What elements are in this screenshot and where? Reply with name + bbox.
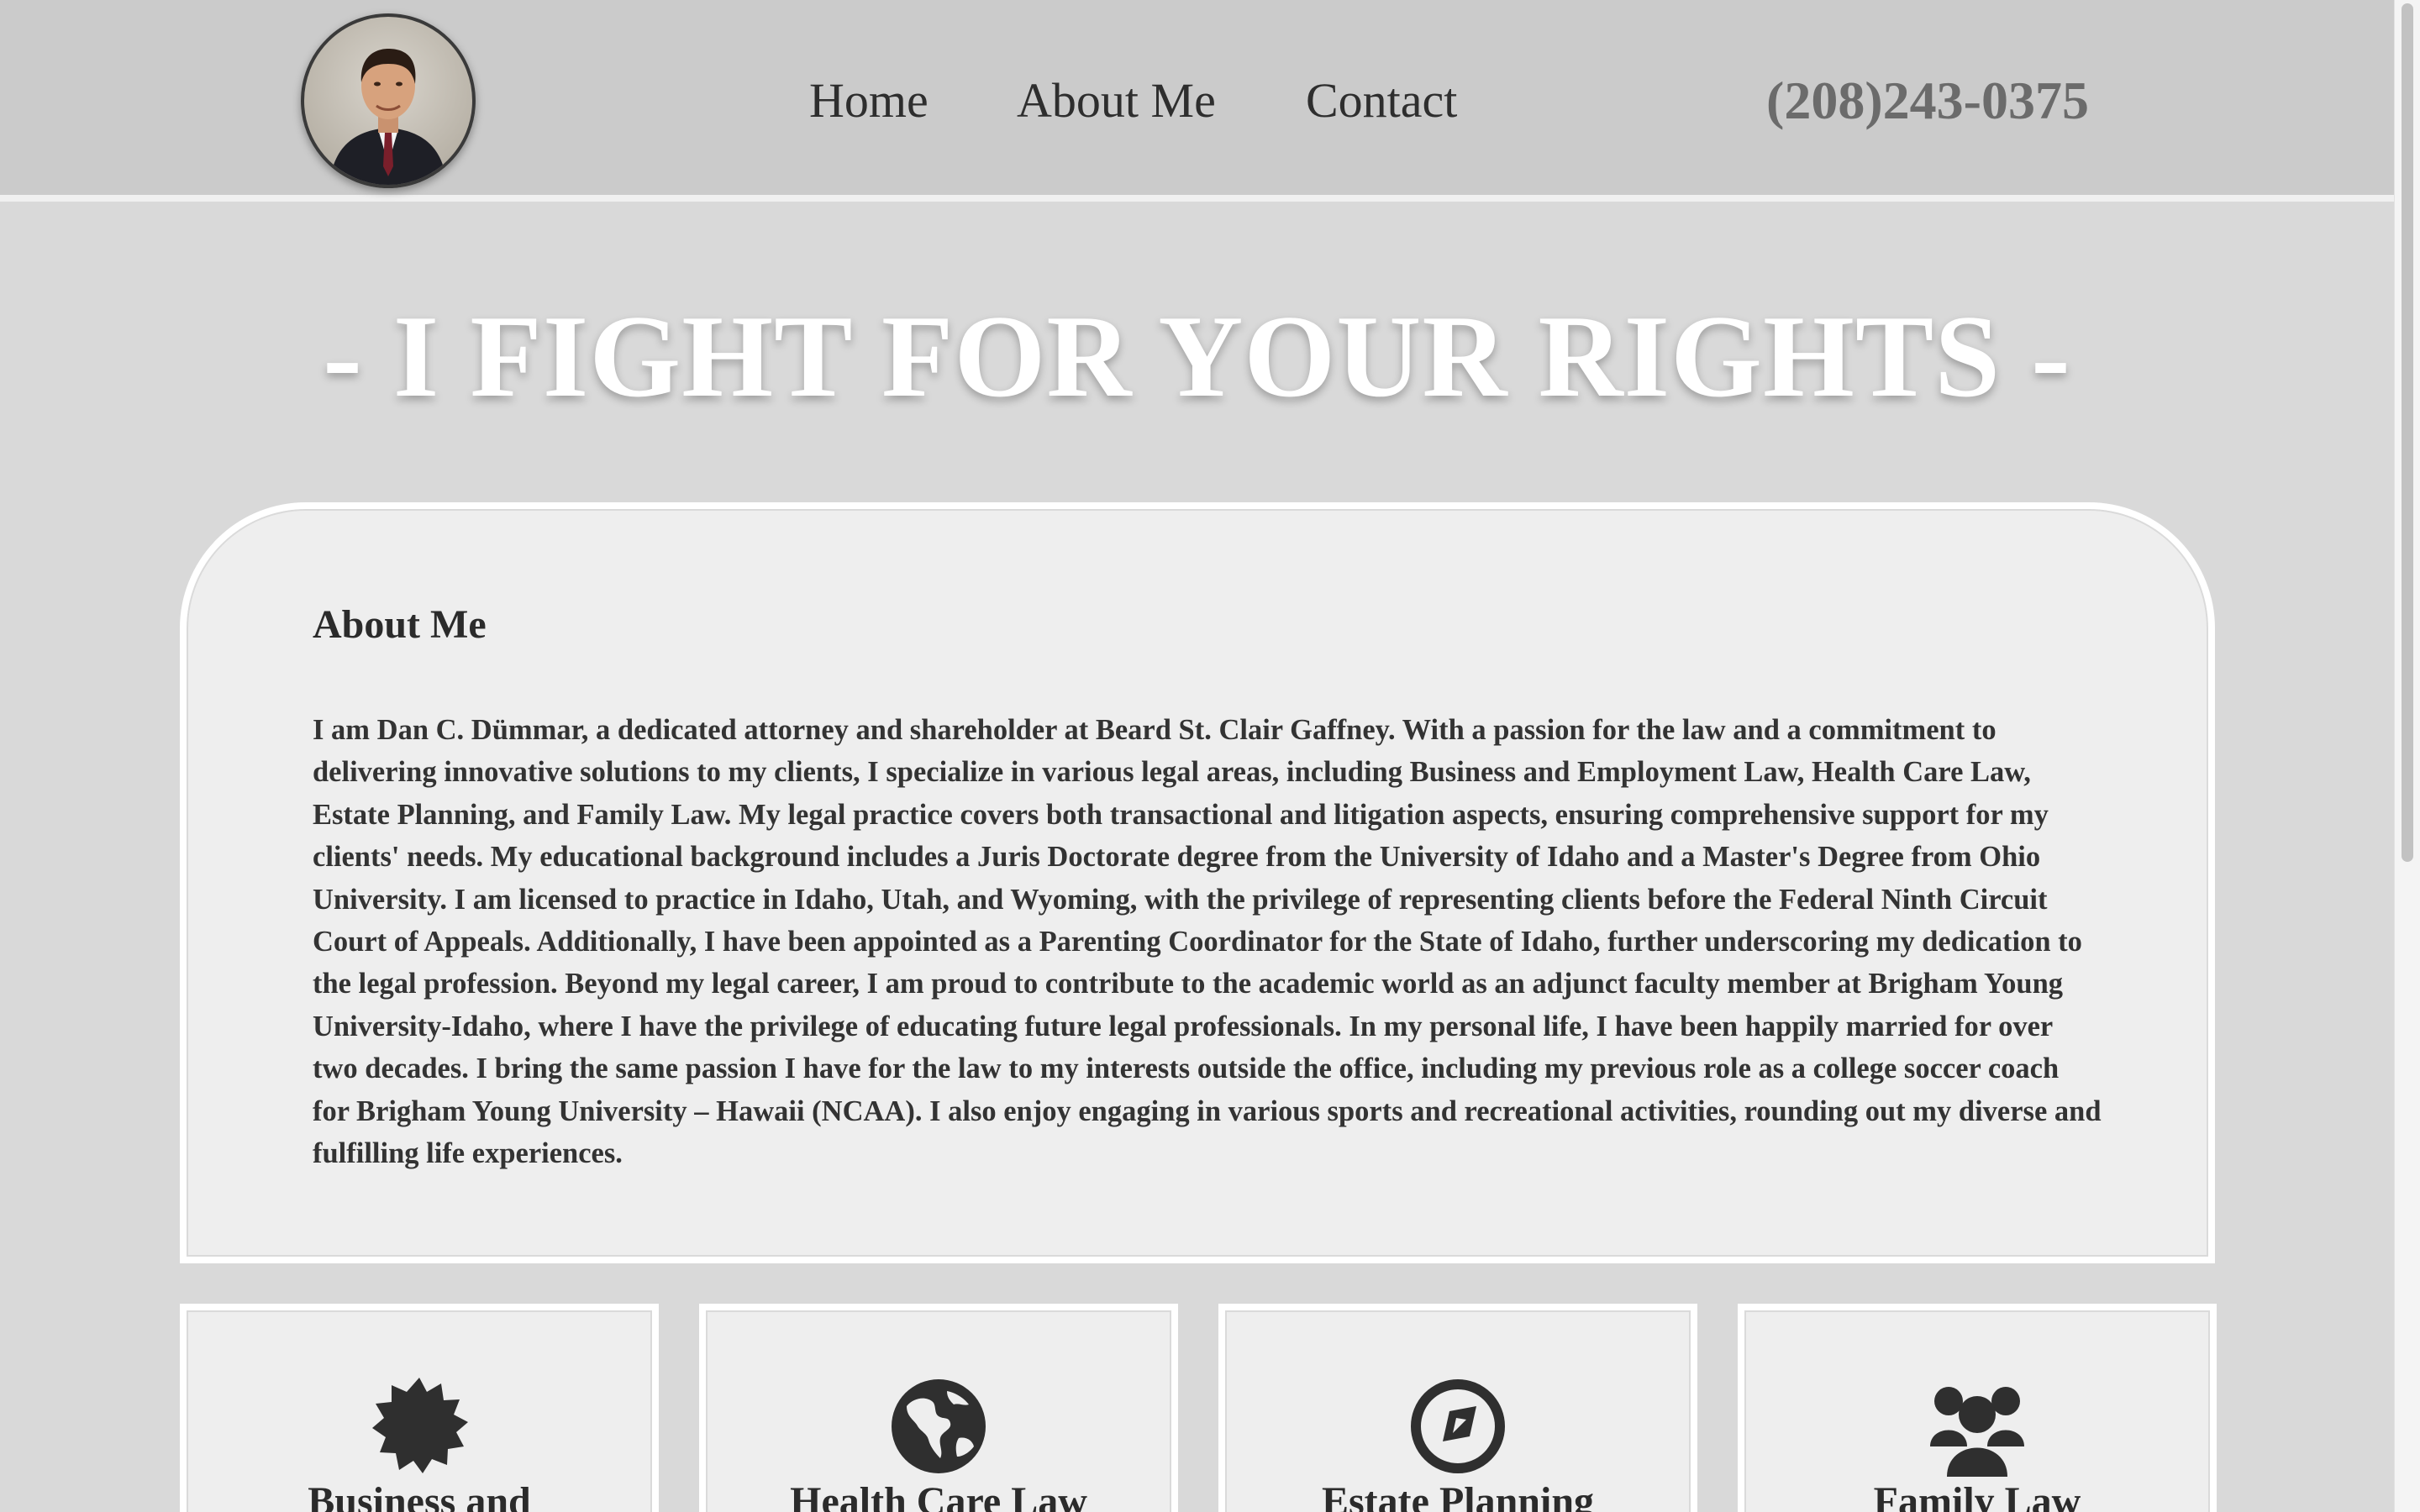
practice-card-business[interactable]: Business and [180,1304,659,1512]
practice-card-title: Family Law [1873,1479,2081,1512]
about-me-card: About Me I am Dan C. Dümmar, a dedicated… [180,502,2215,1263]
practice-card-title: Estate Planning [1321,1479,1595,1512]
about-me-heading: About Me [313,602,487,647]
certificate-badge-icon [369,1376,470,1477]
compass-icon [1407,1376,1508,1477]
about-me-text: I am Dan C. Dümmar, a dedicated attorney… [313,714,2102,1170]
site-header: Home About Me Contact (208)243-0375 [0,0,2394,202]
scrollbar-thumb[interactable] [2402,3,2413,862]
practice-card-estate-planning[interactable]: Estate Planning [1218,1304,1697,1512]
users-group-icon [1927,1376,2028,1477]
hero-title: - I FIGHT FOR YOUR RIGHTS - [323,291,2071,422]
globe-americas-icon [888,1376,989,1477]
practice-card-family-law[interactable]: Family Law [1738,1304,2217,1512]
nav-home-link[interactable]: Home [809,67,929,134]
practice-card-title: Health Care Law [790,1479,1087,1512]
nav-about-me-link[interactable]: About Me [1017,67,1216,134]
practice-card-health-care[interactable]: Health Care Law [699,1304,1178,1512]
vertical-scrollbar[interactable] [2394,0,2420,1512]
phone-number-link[interactable]: (208)243-0375 [1766,67,2089,134]
practice-card-title: Business and [308,1479,531,1512]
nav-contact-link[interactable]: Contact [1306,67,1457,134]
